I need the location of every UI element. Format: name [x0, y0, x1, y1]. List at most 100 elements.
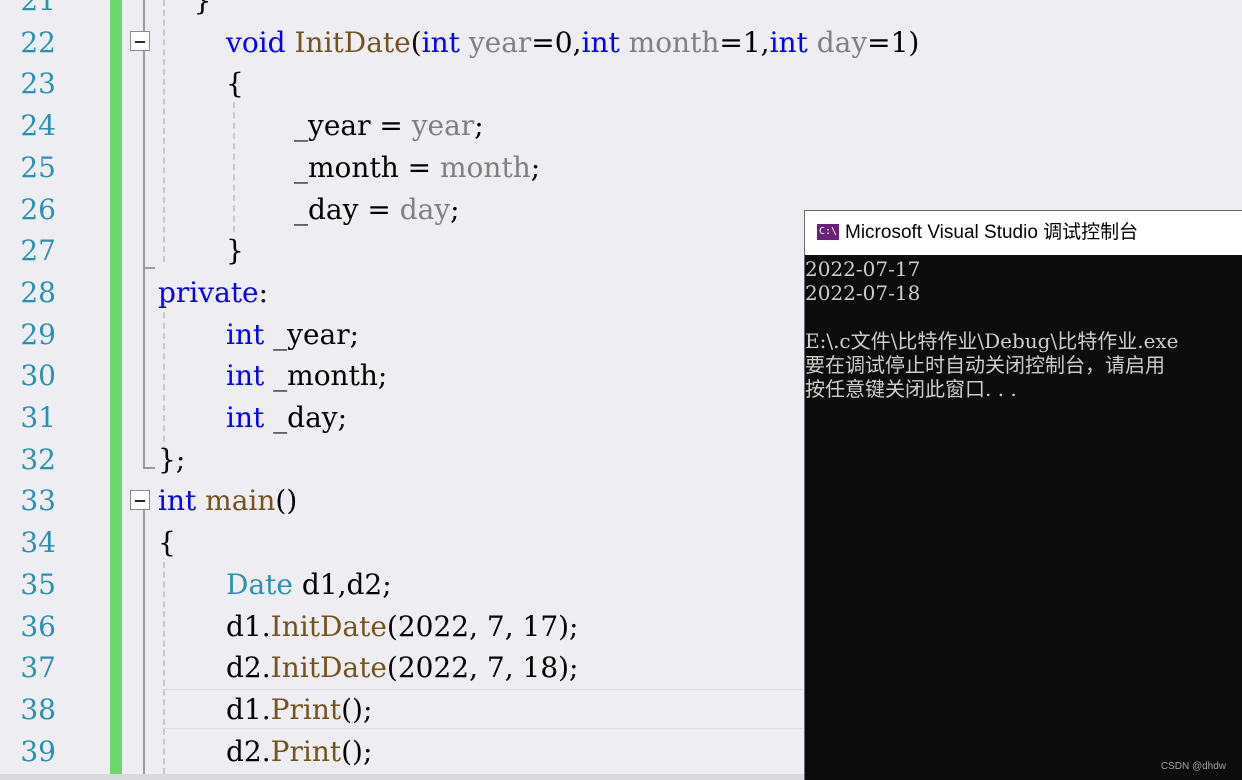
code-text: _year = year;	[294, 105, 484, 147]
console-titlebar[interactable]: C:\ Microsoft Visual Studio 调试控制台	[805, 211, 1242, 255]
line-number: 34	[20, 526, 56, 560]
code-text: d2.Print();	[226, 731, 372, 773]
code-text: int _day;	[226, 397, 347, 439]
console-output[interactable]: 2022-07-17 2022-07-18 E:\.c文件\比特作业\Debug…	[805, 257, 1242, 401]
console-title: Microsoft Visual Studio 调试控制台	[845, 222, 1139, 243]
code-text: int _month;	[226, 355, 387, 397]
code-token: main	[205, 484, 276, 518]
code-token: Print	[270, 692, 342, 726]
line-number: 27	[20, 234, 56, 268]
code-token: InitDate	[270, 609, 387, 643]
code-token: day	[816, 25, 868, 59]
code-line[interactable]: 24 _year = year;	[0, 105, 1242, 147]
code-token: InitDate	[270, 651, 387, 685]
code-text: };	[158, 439, 185, 481]
code-token: int	[226, 359, 265, 393]
code-token: Date	[226, 567, 293, 601]
console-line: 要在调试停止时自动关闭控制台，请启用	[805, 353, 1165, 377]
code-token: (2022, 7, 17);	[386, 609, 579, 643]
watermark: CSDN @dhdw	[1160, 761, 1226, 772]
code-token: ()	[275, 484, 298, 518]
code-line[interactable]: 23 {	[0, 63, 1242, 105]
code-token: int	[421, 25, 460, 59]
code-token: int	[769, 25, 808, 59]
code-token: =1,	[719, 25, 770, 59]
line-number: 33	[20, 484, 56, 518]
line-number: 38	[20, 692, 56, 726]
code-token: ;	[530, 150, 541, 184]
code-token: month	[440, 150, 531, 184]
code-token: _day =	[294, 192, 400, 226]
code-token: d1.	[226, 692, 271, 726]
code-line[interactable]: 22 void InitDate(int year=0,int month=1,i…	[0, 22, 1242, 64]
line-number: 29	[20, 317, 56, 351]
code-token: d1,d2;	[292, 567, 392, 601]
code-token: Print	[270, 734, 342, 768]
code-token: {	[158, 526, 176, 560]
code-token: (2022, 7, 18);	[386, 651, 579, 685]
code-text: {	[158, 522, 176, 564]
line-number: 26	[20, 192, 56, 226]
code-token: =1)	[867, 25, 920, 59]
code-text: int _year;	[226, 314, 359, 356]
line-number: 24	[20, 109, 56, 143]
code-text: Date d1,d2;	[226, 564, 392, 606]
code-token: int	[226, 317, 265, 351]
code-token: _year;	[264, 317, 360, 351]
code-token: d2.	[226, 651, 271, 685]
console-app-icon: C:\	[817, 224, 839, 240]
line-number: 23	[20, 67, 56, 101]
code-token: :	[258, 275, 269, 309]
console-line: E:\.c文件\比特作业\Debug\比特作业.exe	[805, 329, 1179, 353]
code-text: void InitDate(int year=0,int month=1,int…	[226, 22, 919, 64]
code-token: (	[410, 25, 422, 59]
code-line[interactable]: 21 }	[0, 0, 1242, 22]
line-number: 22	[20, 25, 56, 59]
code-token: ();	[341, 692, 373, 726]
code-token: _month =	[294, 150, 440, 184]
code-token: ();	[341, 734, 373, 768]
code-token: year	[468, 25, 532, 59]
code-token: day	[399, 192, 451, 226]
code-token: d1.	[226, 609, 271, 643]
code-text: _month = month;	[294, 147, 540, 189]
console-line: 2022-07-17	[805, 257, 921, 281]
line-number: 25	[20, 150, 56, 184]
code-token: =0,	[531, 25, 582, 59]
code-token: };	[158, 442, 186, 476]
code-text: }	[226, 230, 244, 272]
console-line: 按任意键关闭此窗口. . .	[805, 377, 1017, 401]
line-number: 37	[20, 651, 56, 685]
line-number: 31	[20, 401, 56, 434]
line-number: 35	[20, 567, 56, 601]
code-token: ;	[450, 192, 460, 226]
code-token: int	[226, 401, 265, 434]
line-number: 32	[20, 442, 56, 476]
code-line[interactable]: 25 _month = month;	[0, 147, 1242, 189]
code-token: _month;	[264, 359, 388, 393]
code-token: int	[581, 25, 620, 59]
code-text: private:	[158, 272, 268, 314]
code-token: int	[158, 484, 197, 518]
code-token: }	[226, 234, 244, 268]
code-token: private	[158, 275, 259, 309]
code-text: d1.Print();	[226, 689, 372, 731]
code-token: _year =	[294, 109, 412, 143]
code-text: _day = day;	[294, 189, 460, 231]
code-text: d2.InitDate(2022, 7, 18);	[226, 647, 579, 689]
line-number: 21	[20, 0, 56, 17]
debug-console-window[interactable]: C:\ Microsoft Visual Studio 调试控制台 2022-0…	[804, 210, 1242, 780]
code-token: _day;	[264, 401, 348, 434]
code-token: void	[226, 25, 286, 59]
console-line: 2022-07-18	[805, 281, 921, 305]
code-text: {	[226, 63, 244, 105]
code-token: {	[226, 67, 244, 101]
code-token: ;	[474, 109, 484, 143]
code-token: month	[628, 25, 720, 59]
code-token: d2.	[226, 734, 271, 768]
